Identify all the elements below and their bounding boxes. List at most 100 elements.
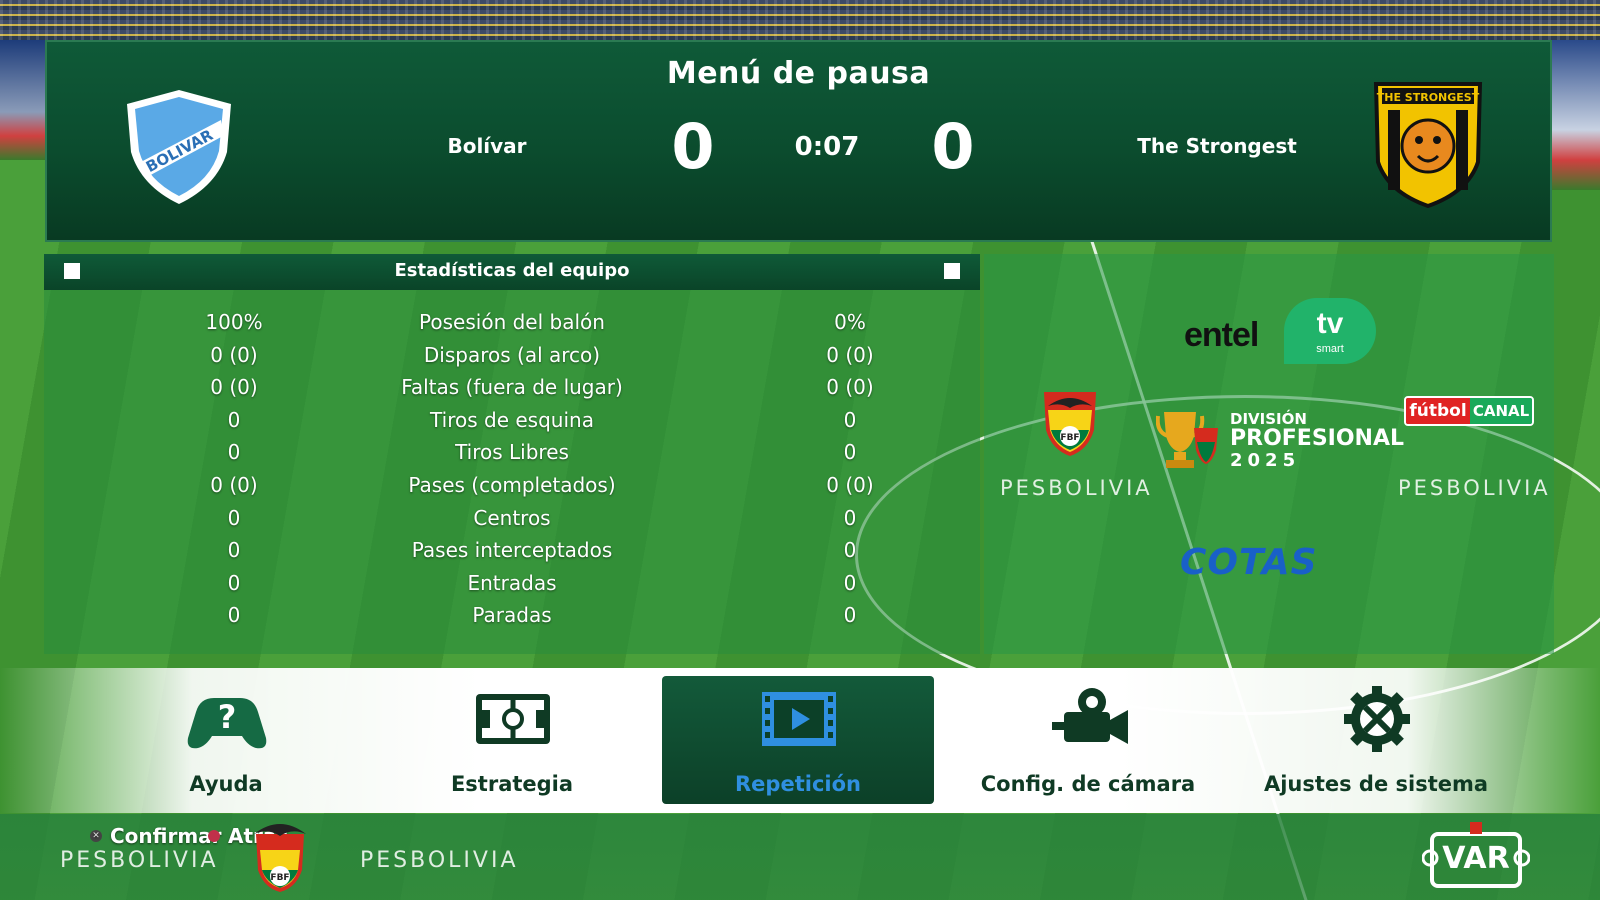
trophy-icon xyxy=(1156,412,1218,468)
profesional-label: PROFESIONAL xyxy=(1230,426,1405,451)
strategy-field-icon xyxy=(476,694,550,744)
replay-film-icon xyxy=(762,692,836,746)
stat-home-value: 0 xyxy=(227,440,241,465)
stat-away-value: 0 (0) xyxy=(826,342,874,367)
gear-icon xyxy=(1344,686,1410,752)
stat-label: Tiros Libres xyxy=(455,440,569,465)
stat-label: Pases interceptados xyxy=(411,538,613,563)
menu-label: Ajustes de sistema xyxy=(1263,772,1489,796)
pesbolivia-watermark: PESBOLIVIA xyxy=(1000,476,1153,500)
stat-away-value: 0 xyxy=(843,570,857,595)
fbf-crest-text: FBF xyxy=(270,873,289,883)
stats-title: Estadísticas del equipo xyxy=(394,260,630,281)
stat-away-value: 0 xyxy=(843,538,857,563)
season-year: 2025 xyxy=(1230,450,1301,471)
fbf-crest-icon: FBF xyxy=(1044,392,1096,456)
menu-item-estrategia[interactable]: Estrategia xyxy=(376,676,648,804)
menu-label: Estrategia xyxy=(450,772,574,796)
cross-button-icon: ✕ xyxy=(90,829,102,842)
canal-wordmark: CANAL xyxy=(1470,398,1532,424)
futbol-wordmark: fútbol xyxy=(1406,398,1470,424)
stat-label: Faltas (fuera de lugar) xyxy=(401,375,623,400)
stat-away-value: 0 xyxy=(843,440,857,465)
stat-away-value: 0 (0) xyxy=(826,472,874,497)
entel-tv-text: tv xyxy=(1316,307,1344,340)
stadium-boards-left xyxy=(0,40,46,160)
help-controller-icon: ? xyxy=(187,698,267,749)
stat-row-corners: 0 Tiros de esquina 0 xyxy=(44,408,980,441)
away-crest-text: THE STRONGEST xyxy=(1377,91,1480,104)
stat-away-value: 0 (0) xyxy=(826,375,874,400)
var-logo-icon: VAR xyxy=(1422,822,1530,888)
stat-home-value: 0 xyxy=(227,407,241,432)
stat-row-passes: 0 (0) Pases (completados) 0 (0) xyxy=(44,473,980,506)
fbf-crest-icon: FBF xyxy=(254,824,306,892)
stat-away-value: 0 xyxy=(843,407,857,432)
stat-label: Paradas xyxy=(472,603,552,628)
confirm-label: Confirmar xyxy=(110,824,222,848)
stat-away-value: 0% xyxy=(834,310,866,334)
entel-wordmark: entel xyxy=(1184,316,1259,354)
stat-home-value: 0 xyxy=(227,603,241,628)
bolivar-crest-icon: BOLIVAR xyxy=(127,90,231,204)
camera-icon xyxy=(1052,688,1128,744)
stat-label: Entradas xyxy=(467,570,557,595)
stats-header: Estadísticas del equipo xyxy=(44,254,980,290)
menu-item-config-camara[interactable]: Config. de cámara xyxy=(952,676,1224,804)
stat-row-fouls: 0 (0) Faltas (fuera de lugar) 0 (0) xyxy=(44,375,980,408)
stat-row-interceptions: 0 Pases interceptados 0 xyxy=(44,538,980,571)
menu-item-ayuda[interactable]: ? Ayuda xyxy=(90,676,362,804)
menu-label: Repetición xyxy=(735,772,861,796)
svg-text:?: ? xyxy=(218,698,237,736)
var-text: VAR xyxy=(1442,841,1510,876)
pesbolivia-watermark: PESBOLIVIA xyxy=(60,848,219,873)
cotas-logo: COTAS xyxy=(1180,542,1318,583)
stat-home-value: 0 xyxy=(227,570,241,595)
stat-row-crosses: 0 Centros 0 xyxy=(44,506,980,539)
team-stats-panel: Estadísticas del equipo 100% Posesión de… xyxy=(44,254,980,654)
entel-smart-text: smart xyxy=(1316,343,1344,355)
stat-home-value: 0 xyxy=(227,538,241,563)
stat-row-shots: 0 (0) Disparos (al arco) 0 (0) xyxy=(44,343,980,376)
stat-row-saves: 0 Paradas 0 xyxy=(44,603,980,636)
match-clock: 0:07 xyxy=(794,132,860,162)
stat-home-value: 0 (0) xyxy=(210,342,258,367)
pesbolivia-watermark: PESBOLIVIA xyxy=(360,848,519,873)
menu-item-repeticion[interactable]: Repetición xyxy=(662,676,934,804)
stat-away-value: 0 xyxy=(843,603,857,628)
fbf-crest-text: FBF xyxy=(1060,433,1079,443)
division-profesional-logo: DIVISIÓN PROFESIONAL 2025 xyxy=(1156,404,1404,474)
stat-home-value: 100% xyxy=(205,310,263,334)
stats-rows: 100% Posesión del balón 0% 0 (0) Disparo… xyxy=(44,310,980,636)
stats-corner-left xyxy=(64,263,80,279)
home-team-name: Bolívar xyxy=(447,134,527,158)
stat-label: Disparos (al arco) xyxy=(423,342,601,367)
stat-home-value: 0 (0) xyxy=(210,472,258,497)
stadium-boards-right xyxy=(1550,40,1600,190)
entel-tv-logo: entel tv smart xyxy=(1184,298,1384,368)
stat-row-possession: 100% Posesión del balón 0% xyxy=(44,310,980,343)
circle-button-icon xyxy=(208,829,220,842)
pause-menu-bar: ? Ayuda Estrategia Repetición Config. de… xyxy=(0,668,1600,813)
stats-corner-right xyxy=(944,263,960,279)
stat-home-value: 0 (0) xyxy=(210,375,258,400)
stat-label: Posesión del balón xyxy=(419,310,605,334)
stat-row-free-kicks: 0 Tiros Libres 0 xyxy=(44,440,980,473)
stat-row-tackles: 0 Entradas 0 xyxy=(44,571,980,604)
confirm-prompt[interactable]: ✕ Confirmar xyxy=(90,824,222,848)
page-title: Menú de pausa xyxy=(666,56,931,91)
stat-away-value: 0 xyxy=(843,505,857,530)
stat-label: Pases (completados) xyxy=(408,472,616,497)
away-team-name: The Strongest xyxy=(1137,134,1297,158)
footer-bar: ✕Confirmar Atrás PESBOLIVIA FBF PESBOLIV… xyxy=(0,814,1600,900)
home-score: 0 xyxy=(671,110,715,183)
away-score: 0 xyxy=(931,110,975,183)
pesbolivia-watermark: PESBOLIVIA xyxy=(1398,476,1551,500)
menu-item-ajustes-sistema[interactable]: Ajustes de sistema xyxy=(1240,676,1512,804)
the-strongest-crest-icon: THE STRONGEST xyxy=(1373,82,1483,208)
menu-label: Ayuda xyxy=(189,772,263,796)
pause-header-panel: Menú de pausa BOLIVAR Bolívar 0 0:07 0 T… xyxy=(45,40,1552,242)
stat-label: Centros xyxy=(473,505,551,530)
futbol-canal-logo: fútbol CANAL xyxy=(1404,396,1534,426)
stat-label: Tiros de esquina xyxy=(430,407,594,432)
